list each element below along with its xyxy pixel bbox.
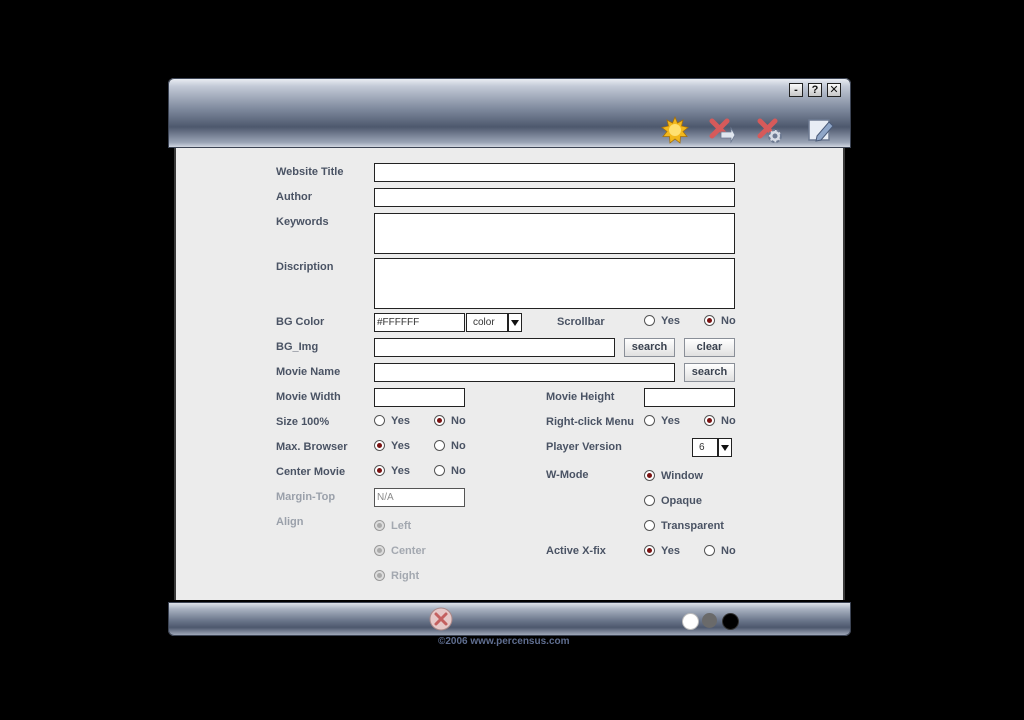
color-picker-dropdown[interactable]: color: [466, 313, 508, 332]
align-center-radio[interactable]: [374, 545, 385, 556]
cancel-icon[interactable]: [428, 606, 454, 632]
scrollbar-label: Scrollbar: [557, 316, 605, 328]
max-browser-yes-radio[interactable]: [374, 440, 385, 451]
website-title-input[interactable]: [374, 163, 735, 182]
theme-dot-black[interactable]: [722, 613, 739, 630]
wmode-transparent-label: Transparent: [661, 520, 724, 532]
website-title-label: Website Title: [276, 166, 344, 178]
max-browser-yes-label: Yes: [391, 440, 410, 452]
wmode-opaque-label: Opaque: [661, 495, 702, 507]
scrollbar-yes-label: Yes: [661, 315, 680, 327]
edit-icon[interactable]: [807, 116, 835, 144]
toolbar: [659, 116, 839, 146]
movie-width-label: Movie Width: [276, 391, 341, 403]
size-100-no-radio[interactable]: [434, 415, 445, 426]
description-label: Discription: [276, 261, 334, 273]
active-xfix-label: Active X-fix: [546, 545, 606, 557]
keywords-label: Keywords: [276, 216, 329, 228]
wmode-opaque-radio[interactable]: [644, 495, 655, 506]
align-right-radio[interactable]: [374, 570, 385, 581]
cancel-gear-icon[interactable]: [755, 116, 783, 144]
keywords-textarea[interactable]: [374, 213, 735, 254]
bg-img-input[interactable]: [374, 338, 615, 357]
title-bar: - ? ✕: [168, 78, 851, 148]
center-movie-no-radio[interactable]: [434, 465, 445, 476]
author-input[interactable]: [374, 188, 735, 207]
movie-name-input[interactable]: [374, 363, 675, 382]
right-click-no-radio[interactable]: [704, 415, 715, 426]
bg-color-input[interactable]: #FFFFFF: [374, 313, 465, 332]
margin-top-label: Margin-Top: [276, 491, 336, 503]
size-100-yes-label: Yes: [391, 415, 410, 427]
active-xfix-no-radio[interactable]: [704, 545, 715, 556]
align-left-label: Left: [391, 520, 412, 532]
description-textarea[interactable]: [374, 258, 735, 309]
max-browser-no-label: No: [451, 440, 466, 452]
chevron-down-icon[interactable]: [508, 313, 522, 332]
wmode-transparent-radio[interactable]: [644, 520, 655, 531]
wmode-window-radio[interactable]: [644, 470, 655, 481]
max-browser-no-radio[interactable]: [434, 440, 445, 451]
theme-dot-gray[interactable]: [702, 613, 717, 628]
right-click-no-label: No: [721, 415, 736, 427]
scrollbar-yes-radio[interactable]: [644, 315, 655, 326]
theme-dot-white[interactable]: [682, 613, 699, 630]
chevron-down-icon[interactable]: [718, 438, 732, 457]
active-xfix-yes-radio[interactable]: [644, 545, 655, 556]
copyright-text: ©2006 www.percensus.com: [438, 636, 570, 647]
movie-width-input[interactable]: [374, 388, 465, 407]
movie-name-label: Movie Name: [276, 366, 341, 378]
max-browser-label: Max. Browser: [276, 441, 348, 453]
size-100-label: Size 100%: [276, 416, 330, 428]
size-100-no-label: No: [451, 415, 466, 427]
active-xfix-yes-label: Yes: [661, 545, 680, 557]
app-window: - ? ✕: [168, 78, 851, 636]
bg-img-label: BG_Img: [276, 341, 319, 353]
scrollbar-no-radio[interactable]: [704, 315, 715, 326]
author-label: Author: [276, 191, 313, 203]
margin-top-input[interactable]: N/A: [374, 488, 465, 507]
cancel-arrow-icon[interactable]: [707, 116, 735, 144]
size-100-yes-radio[interactable]: [374, 415, 385, 426]
align-left-radio[interactable]: [374, 520, 385, 531]
sun-icon[interactable]: [661, 116, 689, 144]
movie-height-label: Movie Height: [546, 391, 615, 403]
player-version-label: Player Version: [546, 441, 622, 453]
right-click-label: Right-click Menu: [546, 416, 635, 428]
player-version-dropdown[interactable]: 6: [692, 438, 718, 457]
right-click-yes-radio[interactable]: [644, 415, 655, 426]
footer-bar: [168, 602, 851, 636]
help-button[interactable]: ?: [808, 83, 822, 97]
movie-name-search-button[interactable]: search: [684, 363, 735, 382]
window-controls: - ? ✕: [789, 83, 841, 97]
wmode-label: W-Mode: [546, 469, 589, 481]
right-click-yes-label: Yes: [661, 415, 680, 427]
center-movie-yes-label: Yes: [391, 465, 410, 477]
center-movie-yes-radio[interactable]: [374, 465, 385, 476]
minimize-button[interactable]: -: [789, 83, 803, 97]
movie-height-input[interactable]: [644, 388, 735, 407]
align-center-label: Center: [391, 545, 426, 557]
bg-img-search-button[interactable]: search: [624, 338, 675, 357]
align-right-label: Right: [391, 570, 420, 582]
bg-img-clear-button[interactable]: clear: [684, 338, 735, 357]
close-button[interactable]: ✕: [827, 83, 841, 97]
bg-color-label: BG Color: [276, 316, 325, 328]
wmode-window-label: Window: [661, 470, 704, 482]
center-movie-no-label: No: [451, 465, 466, 477]
align-label: Align: [276, 516, 304, 528]
scrollbar-no-label: No: [721, 315, 736, 327]
active-xfix-no-label: No: [721, 545, 736, 557]
center-movie-label: Center Movie: [276, 466, 346, 478]
